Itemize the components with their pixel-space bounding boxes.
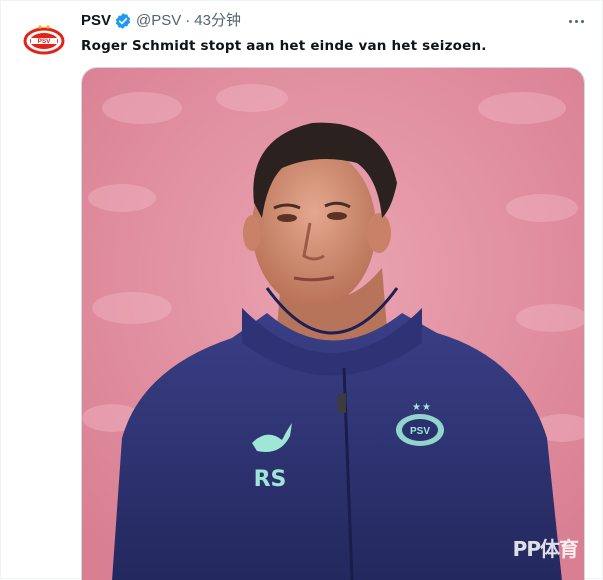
tweet-header: PSV @PSV · 43分钟 [81, 11, 241, 31]
timestamp[interactable]: 43分钟 [194, 11, 241, 31]
psv-logo-icon: PSV [23, 25, 65, 55]
avatar[interactable]: PSV [23, 18, 65, 60]
tweet-photo[interactable]: RS PSV ★ ★ PP体育 [81, 67, 585, 580]
verified-badge-icon [114, 12, 132, 30]
tweet-card[interactable]: PSV PSV @PSV · 43分钟 Roger Schmidt stopt … [0, 0, 603, 580]
handle[interactable]: @PSV [136, 11, 181, 31]
svg-text:★: ★ [422, 402, 431, 413]
coach-photo: RS PSV ★ ★ [82, 68, 584, 580]
jacket-initials: RS [254, 467, 287, 492]
jacket-logo-text: PSV [410, 426, 430, 437]
svg-text:PSV: PSV [37, 38, 51, 45]
pp-sports-watermark: PP体育 [512, 537, 579, 561]
more-dots-icon[interactable] [565, 11, 587, 31]
svg-text:★: ★ [412, 402, 421, 413]
tweet-text: Roger Schmidt stopt aan het einde van he… [81, 38, 487, 54]
separator-dot: · [185, 12, 191, 29]
display-name[interactable]: PSV [81, 11, 111, 31]
